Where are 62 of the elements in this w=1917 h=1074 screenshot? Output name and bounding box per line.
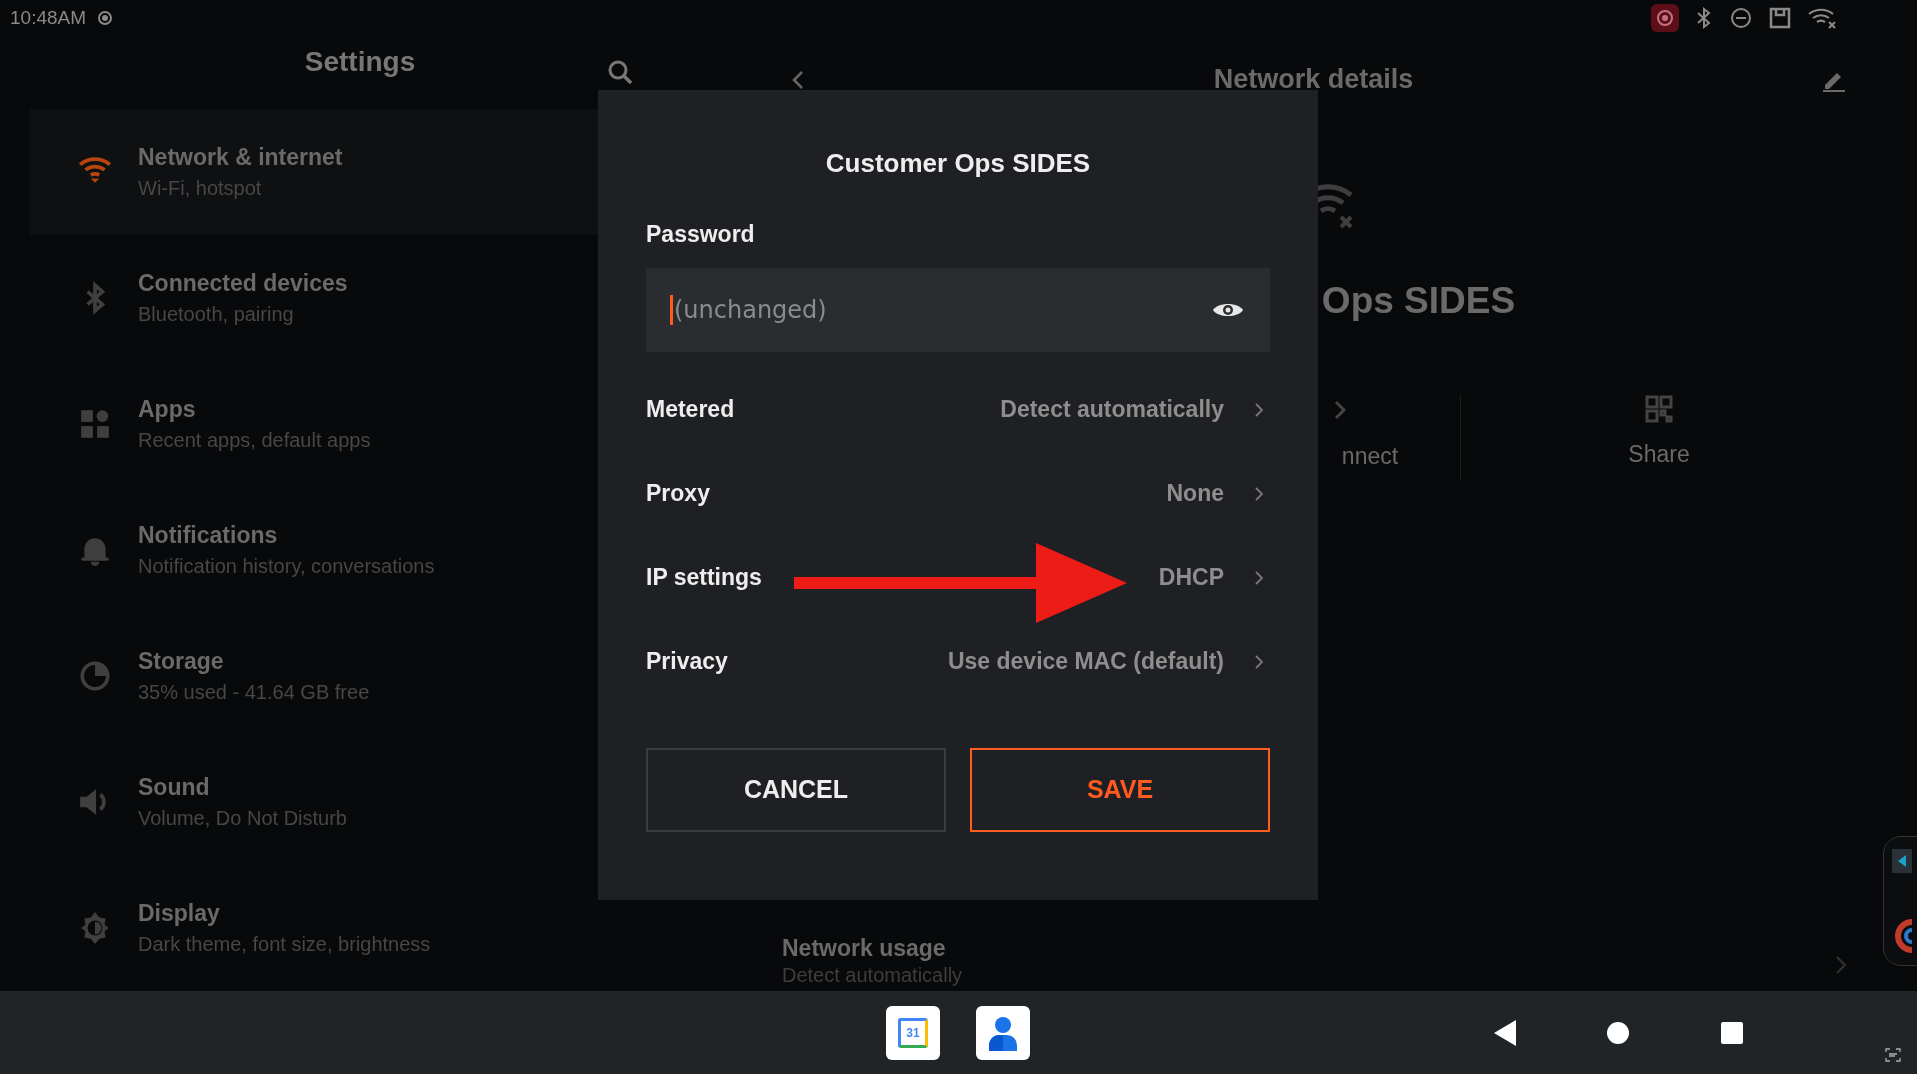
chevron-icon xyxy=(1334,399,1346,420)
setting-value: Detect automatically xyxy=(1000,395,1224,425)
back-button-icon[interactable] xyxy=(1492,1018,1518,1047)
network-details-title: Network details xyxy=(1213,62,1414,96)
setting-label: IP settings xyxy=(646,563,762,593)
location-target-icon xyxy=(96,9,115,27)
connect-action-label[interactable]: nnect xyxy=(1341,438,1399,473)
dialog-setting-row[interactable]: IP settings DHCP xyxy=(646,535,1270,620)
settings-item-subtitle: Volume, Do Not Disturb xyxy=(138,806,347,831)
calendar-app-icon[interactable]: 31 xyxy=(886,1005,940,1060)
setting-label: Proxy xyxy=(646,479,710,509)
back-chevron-icon[interactable] xyxy=(790,69,806,91)
network-name: Ops SIDES xyxy=(1321,279,1516,323)
setting-value: DHCP xyxy=(1158,563,1224,593)
settings-item-subtitle: Bluetooth, pairing xyxy=(138,302,295,327)
chevron-right-icon xyxy=(1254,569,1264,586)
share-action[interactable]: Share xyxy=(1628,436,1690,471)
home-button-icon[interactable] xyxy=(1606,1020,1630,1045)
dialog-title: Customer Ops SIDES xyxy=(825,147,1091,180)
cast-box-icon xyxy=(1769,7,1791,29)
settings-item-subtitle: Recent apps, default apps xyxy=(138,428,371,453)
screenshot-icon[interactable] xyxy=(1885,1048,1901,1062)
settings-item-title: Connected devices xyxy=(138,269,348,298)
password-field[interactable]: (unchanged) xyxy=(646,267,1270,352)
chevron-right-icon xyxy=(1254,653,1264,670)
bluetooth-icon xyxy=(1695,6,1713,30)
dialog-setting-row[interactable]: Metered Detect automatically xyxy=(646,367,1270,452)
search-icon xyxy=(606,58,634,86)
setting-value: None xyxy=(1166,479,1224,509)
settings-menu-item[interactable]: Display Dark theme, font size, brightness xyxy=(30,865,720,991)
chevron-right-icon xyxy=(1254,401,1264,418)
settings-item-title: Network & internet xyxy=(138,143,343,172)
text-cursor xyxy=(670,294,673,325)
settings-item-title: Storage xyxy=(138,647,225,676)
qr-code-icon xyxy=(1645,394,1673,423)
record-icon xyxy=(1651,4,1679,32)
dialog-setting-row[interactable]: Privacy Use device MAC (default) xyxy=(646,619,1270,704)
contacts-app-icon[interactable] xyxy=(976,1005,1030,1060)
cancel-button[interactable]: CANCEL xyxy=(646,747,946,832)
setting-label: Privacy xyxy=(646,647,728,677)
apps-grid-icon xyxy=(78,407,112,441)
pie-chart-icon xyxy=(78,659,112,693)
status-time: 10:48AM xyxy=(10,5,87,30)
settings-item-title: Display xyxy=(138,899,221,928)
network-usage-title[interactable]: Network usage xyxy=(782,933,963,963)
settings-item-title: Sound xyxy=(138,773,211,802)
chevron-right-icon xyxy=(1835,955,1847,975)
settings-item-title: Apps xyxy=(138,395,197,424)
settings-item-subtitle: Notification history, conversations xyxy=(138,554,435,579)
chevron-right-icon xyxy=(1254,485,1264,502)
settings-item-subtitle: Dark theme, font size, brightness xyxy=(138,932,431,957)
do-not-disturb-icon xyxy=(1729,6,1753,30)
settings-title: Settings xyxy=(304,44,416,79)
dialog-setting-row[interactable]: Proxy None xyxy=(646,451,1270,536)
setting-value: Use device MAC (default) xyxy=(947,647,1224,677)
settings-item-title: Notifications xyxy=(138,521,279,550)
recents-button-icon[interactable] xyxy=(1720,1020,1744,1045)
settings-item-subtitle: Wi-Fi, hotspot xyxy=(138,176,263,201)
setting-label: Metered xyxy=(646,395,735,425)
settings-item-subtitle: 35% used - 41.64 GB free xyxy=(138,680,370,705)
save-button[interactable]: SAVE xyxy=(970,747,1270,832)
wifi-off-icon xyxy=(1807,7,1837,29)
